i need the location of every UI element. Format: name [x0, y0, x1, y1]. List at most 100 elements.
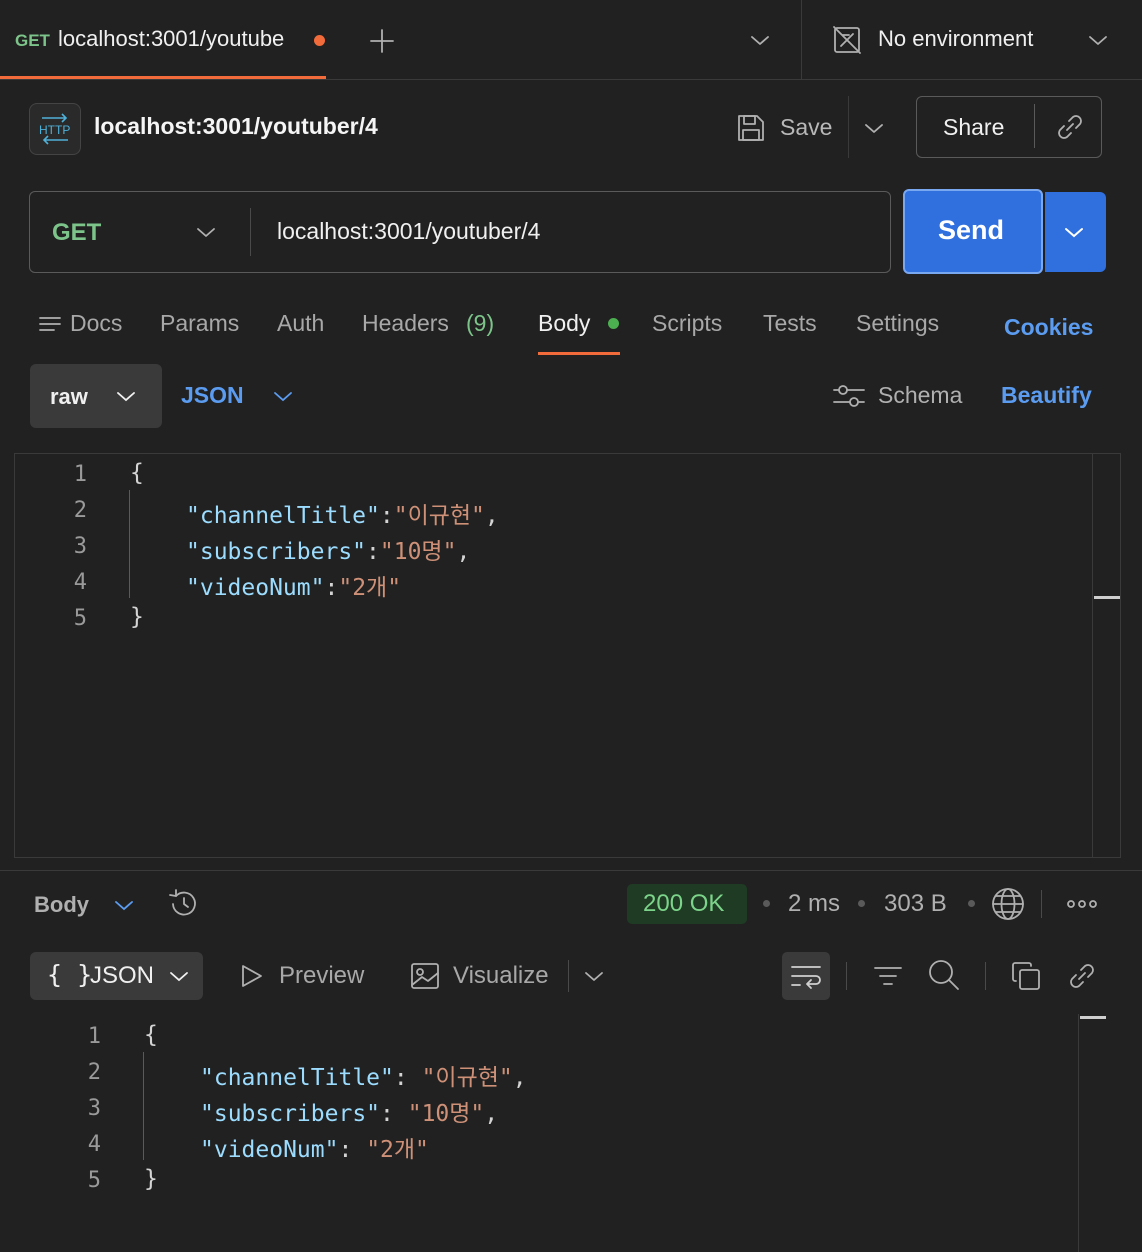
beautify-button[interactable]: Beautify	[1001, 382, 1092, 409]
chevron-down-icon[interactable]	[271, 384, 295, 408]
history-icon[interactable]	[167, 887, 201, 921]
response-time: 2 ms	[788, 890, 841, 917]
line-number: 3	[87, 1096, 101, 1121]
status-code: 200 OK	[643, 890, 725, 917]
json-key: "channelTitle"	[186, 503, 380, 529]
schema-icon	[833, 385, 865, 407]
plus-icon[interactable]	[368, 27, 396, 55]
preview-button[interactable]: Preview	[279, 962, 364, 990]
divider	[1034, 104, 1035, 148]
separator-dot	[763, 900, 770, 907]
code-line: "subscribers":"10명",	[186, 539, 471, 565]
json-punct: ,	[456, 539, 471, 565]
tab-docs[interactable]: Docs	[70, 310, 122, 337]
search-icon[interactable]	[927, 958, 961, 992]
divider	[1041, 890, 1042, 918]
save-button[interactable]: Save	[780, 114, 832, 141]
tab-tests[interactable]: Tests	[763, 310, 817, 337]
cookies-link[interactable]: Cookies	[1004, 314, 1093, 341]
json-value: "10명"	[379, 539, 457, 565]
request-body-editor[interactable]	[14, 453, 1121, 858]
braces-icon: { }	[47, 960, 93, 989]
chevron-down-icon[interactable]	[194, 220, 218, 244]
wrap-icon	[791, 966, 821, 989]
divider	[0, 870, 1142, 871]
json-punct: ,	[512, 1065, 527, 1091]
image-icon	[411, 963, 439, 989]
tab-body[interactable]: Body	[538, 310, 590, 337]
tab-title: localhost:3001/youtube	[58, 26, 285, 51]
code-line: "videoNum":"2개"	[186, 575, 402, 601]
line-number: 1	[87, 1024, 101, 1049]
link-icon[interactable]	[1066, 960, 1098, 992]
headers-count: (9)	[466, 310, 495, 336]
tab-scripts[interactable]: Scripts	[652, 310, 722, 337]
line-number: 4	[87, 1132, 101, 1157]
line-number: 3	[73, 534, 87, 559]
body-format-selector[interactable]: JSON	[181, 382, 244, 409]
visualize-button[interactable]: Visualize	[453, 962, 549, 990]
request-name[interactable]: localhost:3001/youtuber/4	[94, 113, 378, 140]
body-indicator-dot	[608, 318, 619, 329]
code-brace: }	[130, 604, 144, 630]
json-key: "videoNum"	[186, 575, 325, 601]
json-key: "channelTitle"	[200, 1065, 394, 1091]
unsaved-dot	[314, 35, 325, 46]
line-number: 1	[73, 462, 87, 487]
indent-guide	[129, 490, 130, 598]
code-line: "subscribers": "10명",	[200, 1101, 499, 1127]
chevron-down-icon[interactable]	[748, 28, 772, 52]
chevron-down-icon[interactable]	[112, 893, 136, 917]
link-icon[interactable]	[1054, 111, 1086, 143]
docs-icon	[39, 317, 61, 331]
line-number: 4	[73, 570, 87, 595]
body-mode-label: raw	[50, 384, 88, 409]
divider	[568, 960, 569, 992]
divider	[801, 0, 802, 79]
json-key: "videoNum"	[200, 1137, 339, 1163]
separator-dot	[858, 900, 865, 907]
tab-settings[interactable]: Settings	[856, 310, 939, 337]
chevron-down-icon[interactable]	[1086, 28, 1110, 52]
chevron-down-icon[interactable]	[582, 964, 606, 988]
send-label: Send	[938, 215, 1005, 245]
json-punct: ,	[484, 1101, 499, 1127]
scrollbar[interactable]	[1092, 454, 1093, 857]
scrollbar[interactable]	[1078, 1014, 1079, 1252]
scrollbar-thumb[interactable]	[1080, 1016, 1106, 1019]
response-section-selector[interactable]: Body	[34, 892, 89, 918]
globe-icon[interactable]	[990, 886, 1026, 922]
method-selector[interactable]: GET	[52, 219, 101, 247]
schema-button[interactable]: Schema	[878, 382, 962, 409]
line-number: 2	[87, 1060, 101, 1085]
url-input[interactable]: localhost:3001/youtuber/4	[277, 218, 540, 245]
separator-dot	[968, 900, 975, 907]
filter-icon[interactable]	[872, 960, 904, 992]
divider	[846, 962, 847, 990]
play-icon	[242, 965, 262, 987]
http-badge-label: HTTP	[39, 123, 70, 137]
environment-selector[interactable]: No environment	[878, 26, 1033, 52]
json-value: "2개"	[366, 1137, 429, 1163]
scrollbar-thumb[interactable]	[1094, 596, 1120, 599]
json-key: "subscribers"	[186, 539, 367, 565]
chevron-down-icon[interactable]	[1062, 220, 1086, 244]
response-format-label: JSON	[90, 962, 155, 989]
json-value: "10명"	[407, 1101, 485, 1127]
copy-icon[interactable]	[1010, 960, 1042, 992]
chevron-down-icon[interactable]	[167, 964, 191, 988]
tab-auth[interactable]: Auth	[277, 310, 324, 337]
save-icon[interactable]	[735, 112, 767, 144]
code-line: "channelTitle": "이규현",	[200, 1065, 527, 1091]
more-icon[interactable]	[1066, 894, 1098, 914]
tab-headers[interactable]: Headers	[362, 310, 449, 337]
code-line: "videoNum": "2개"	[200, 1137, 429, 1163]
chevron-down-icon[interactable]	[114, 384, 138, 408]
code-brace: {	[130, 460, 144, 486]
chevron-down-icon[interactable]	[861, 115, 887, 141]
line-number: 5	[73, 606, 87, 631]
share-label: Share	[943, 114, 1005, 140]
response-size: 303 B	[884, 890, 947, 917]
tab-params[interactable]: Params	[160, 310, 239, 337]
json-punct: ,	[484, 503, 499, 529]
